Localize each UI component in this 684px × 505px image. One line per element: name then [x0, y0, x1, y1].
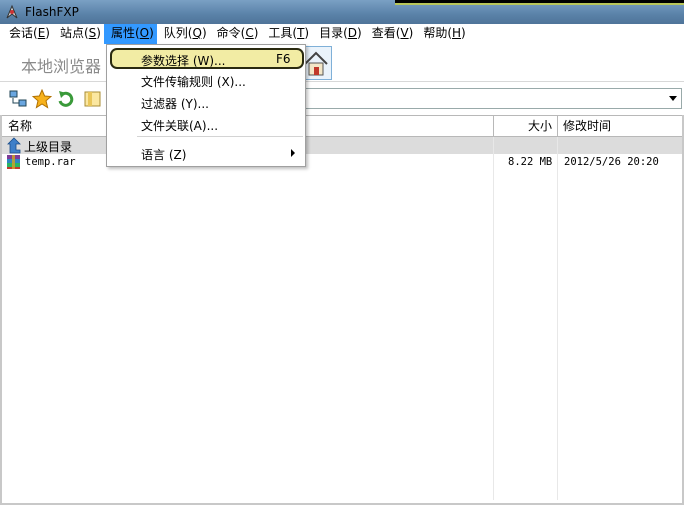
shortcut-label: F6 — [276, 52, 291, 66]
column-modified-header[interactable]: 修改时间 — [563, 116, 611, 136]
flashfxp-logo-icon — [6, 4, 18, 19]
column-name-header[interactable]: 名称 — [8, 116, 32, 136]
favorites-star-icon[interactable] — [32, 89, 52, 109]
menu-directory[interactable]: 目录(D) — [312, 24, 365, 44]
column-guide — [557, 137, 558, 500]
column-divider[interactable] — [493, 116, 494, 136]
network-computers-icon[interactable] — [8, 89, 28, 109]
column-guide — [493, 137, 494, 500]
menu-item-transfer-rules[interactable]: 文件传输规则 (X)... — [107, 69, 305, 91]
file-modified: 2012/5/26 20:20 — [564, 156, 659, 168]
menu-item-language[interactable]: 语言 (Z) — [107, 142, 305, 164]
up-arrow-icon — [7, 137, 21, 154]
parent-directory-label: 上级目录 — [24, 140, 73, 154]
menu-item-filters[interactable]: 过滤器 (Y)... — [107, 91, 305, 113]
menu-site[interactable]: 站点(S) — [53, 24, 104, 44]
folder-icon[interactable] — [83, 89, 103, 109]
options-dropdown-menu: 参数选择 (W)... F6 文件传输规则 (X)... 过滤器 (Y)... … — [106, 44, 306, 167]
rar-archive-icon — [7, 155, 20, 169]
chevron-down-icon[interactable] — [669, 96, 677, 101]
menu-options[interactable]: 属性(O) — [103, 24, 157, 44]
submenu-arrow-icon — [291, 149, 295, 157]
file-name: temp.rar — [25, 156, 76, 168]
menu-view[interactable]: 查看(V) — [365, 24, 417, 44]
menu-tools[interactable]: 工具(T) — [261, 24, 312, 44]
file-list-header: 名称 大小 修改时间 — [2, 115, 682, 137]
file-list-frame — [0, 115, 684, 505]
menu-item-preferences[interactable]: 参数选择 (W)... F6 — [110, 48, 304, 69]
file-size: 8.22 MB — [508, 156, 553, 168]
menu-bar: 会话(E) 站点(S) 属性(O) 队列(Q) 命令(C) 工具(T) 目录(D… — [0, 24, 684, 44]
refresh-icon[interactable] — [56, 89, 76, 109]
menu-separator — [137, 136, 303, 137]
path-combobox[interactable] — [300, 88, 682, 109]
browser-toolbar: 本地浏览器 — [0, 44, 684, 82]
menu-queue[interactable]: 队列(Q) — [157, 24, 210, 44]
menu-help[interactable]: 帮助(H) — [416, 24, 468, 44]
menu-commands[interactable]: 命令(C) — [210, 24, 262, 44]
column-size-header[interactable]: 大小 — [528, 116, 552, 136]
table-row[interactable]: temp.rar 8.22 MB 2012/5/26 20:20 — [2, 154, 682, 171]
local-browser-title: 本地浏览器 — [21, 57, 102, 76]
window-title: FlashFXP — [25, 5, 79, 19]
title-bar: FlashFXP — [0, 0, 684, 24]
menu-item-file-associations[interactable]: 文件关联(A)... — [107, 113, 305, 135]
menu-session[interactable]: 会话(E) — [2, 24, 53, 44]
column-divider[interactable] — [557, 116, 558, 136]
title-bar-decoration — [395, 0, 684, 5]
list-item-parent-directory[interactable]: 上级目录 — [2, 137, 682, 154]
